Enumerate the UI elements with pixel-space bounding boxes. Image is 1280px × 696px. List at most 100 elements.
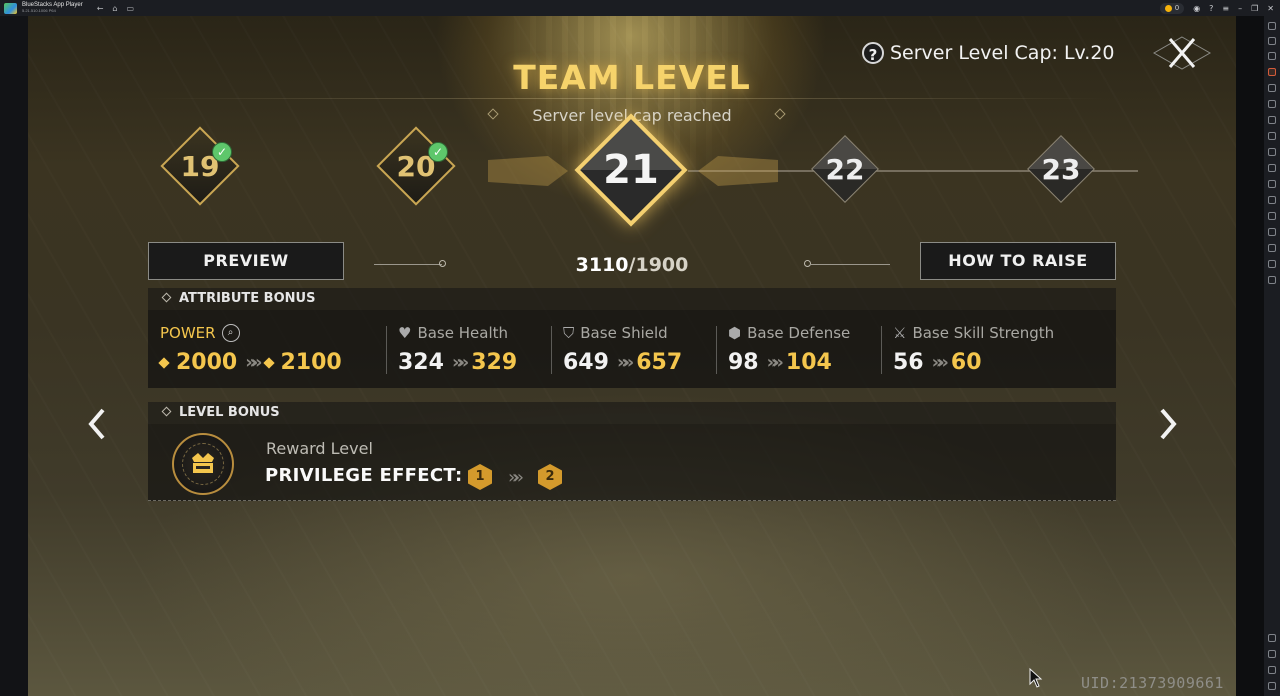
level-number: 22 bbox=[825, 153, 865, 186]
sidebar-eco-icon[interactable] bbox=[1268, 228, 1276, 236]
back-icon[interactable]: ← bbox=[97, 4, 104, 13]
attr-label: Base Health bbox=[417, 324, 509, 342]
sidebar-rotate-icon[interactable] bbox=[1268, 116, 1276, 124]
double-chevron-icon: »» bbox=[766, 352, 784, 373]
progress-readout: 3110/1900 bbox=[28, 254, 1236, 276]
double-chevron-icon: »» bbox=[931, 352, 949, 373]
sidebar-macro-icon[interactable] bbox=[1268, 244, 1276, 252]
defense-icon: ⬢ bbox=[728, 324, 742, 342]
previous-level-arrow-icon[interactable] bbox=[83, 404, 113, 444]
double-chevron-icon: »» bbox=[508, 467, 524, 488]
sidebar-settings-icon[interactable] bbox=[1268, 22, 1276, 30]
attr-base-skill-strength: ⚔ Base Skill Strength 56 »» 60 bbox=[881, 310, 1116, 388]
level-node-20[interactable]: 20 ✓ bbox=[376, 126, 456, 206]
help-circle-icon[interactable]: ? bbox=[1209, 4, 1213, 13]
attr-from-value: 324 bbox=[398, 350, 444, 375]
window-close-icon[interactable]: ✕ bbox=[1267, 4, 1274, 13]
mouse-cursor-icon bbox=[1029, 668, 1043, 688]
attr-to-value: 657 bbox=[636, 350, 683, 375]
level-bonus-header: LEVEL BONUS bbox=[148, 402, 1116, 424]
reward-level-label: Reward Level bbox=[266, 439, 373, 458]
sidebar-camera-icon[interactable] bbox=[1268, 164, 1276, 172]
attr-base-shield: ⛉ Base Shield 649 »» 657 bbox=[551, 310, 716, 388]
level-number: 21 bbox=[603, 147, 659, 193]
multitask-icon[interactable]: ▭ bbox=[126, 4, 134, 13]
double-chevron-icon: »» bbox=[245, 352, 262, 373]
reward-level-badge-icon bbox=[172, 433, 234, 495]
sidebar-shake-icon[interactable] bbox=[1268, 132, 1276, 140]
next-level-arrow-icon[interactable] bbox=[1152, 404, 1182, 444]
attr-from-value: 98 bbox=[728, 350, 759, 375]
crossed-swords-icon: ⚔ bbox=[893, 324, 907, 342]
attr-from-value: 649 bbox=[563, 350, 609, 375]
level-node-21-current[interactable]: 21 bbox=[573, 112, 689, 228]
double-chevron-icon: »» bbox=[451, 352, 469, 373]
attr-power: POWER ⌕ 2000 »» 2100 bbox=[148, 310, 386, 388]
attr-label: Base Skill Strength bbox=[912, 324, 1055, 342]
attr-to-value: 329 bbox=[471, 350, 518, 375]
account-icon[interactable]: ◉ bbox=[1193, 4, 1200, 13]
heart-icon: ♥ bbox=[398, 324, 412, 342]
page-title: TEAM LEVEL bbox=[513, 58, 751, 97]
section-diamond-icon bbox=[161, 292, 172, 303]
sidebar-record-icon[interactable] bbox=[1268, 84, 1276, 92]
bluestacks-logo-icon bbox=[4, 2, 17, 14]
sidebar-screenshot-icon[interactable] bbox=[1268, 148, 1276, 156]
restore-icon[interactable]: ❐ bbox=[1251, 4, 1258, 13]
attr-to-value: 60 bbox=[950, 350, 982, 375]
shield-icon: ⛉ bbox=[563, 324, 575, 342]
left-margin bbox=[0, 16, 28, 696]
attribute-bonus-header: ATTRIBUTE BONUS bbox=[148, 288, 1116, 310]
home-icon[interactable]: ⌂ bbox=[112, 4, 117, 13]
bluestacks-sidebar bbox=[1264, 16, 1280, 696]
coin-count: 0 bbox=[1174, 4, 1180, 12]
attr-label: POWER bbox=[160, 324, 216, 342]
completed-check-icon: ✓ bbox=[428, 142, 448, 162]
level-node-23[interactable]: 23 bbox=[1027, 135, 1095, 203]
menu-icon[interactable]: ≡ bbox=[1222, 4, 1229, 13]
attr-to-value: 104 bbox=[785, 350, 832, 375]
level-bonus-panel: Reward Level PRIVILEGE EFFECT: 1 »» 2 bbox=[148, 424, 1116, 501]
progress-current: 3110 bbox=[575, 254, 629, 276]
attribute-bonus-panel: POWER ⌕ 2000»» 2100 ♥ Base Health 324»» 329 … bbox=[148, 310, 1116, 388]
sidebar-back-icon[interactable] bbox=[1268, 650, 1276, 658]
minimize-icon[interactable]: – bbox=[1238, 4, 1242, 13]
sidebar-volume-icon[interactable] bbox=[1268, 37, 1276, 45]
sidebar-refresh-icon[interactable] bbox=[1268, 276, 1276, 284]
sidebar-game-controls-icon[interactable] bbox=[1268, 68, 1276, 76]
game-viewport: ? Server Level Cap: Lv.20 TEAM LEVEL Ser… bbox=[28, 16, 1236, 696]
sidebar-location-icon[interactable] bbox=[1268, 212, 1276, 220]
title-divider bbox=[148, 98, 1106, 99]
sidebar-layers-icon[interactable] bbox=[1268, 260, 1276, 268]
coin-icon bbox=[1164, 4, 1172, 12]
sidebar-sync-icon[interactable] bbox=[1268, 100, 1276, 108]
level-bonus-heading: LEVEL BONUS bbox=[179, 405, 280, 420]
attr-base-health: ♥ Base Health 324 »» 329 bbox=[386, 310, 551, 388]
double-chevron-icon: »» bbox=[616, 352, 634, 373]
section-diamond-icon bbox=[161, 406, 172, 417]
attribute-bonus-heading: ATTRIBUTE BONUS bbox=[179, 291, 316, 306]
sidebar-home-icon[interactable] bbox=[1268, 666, 1276, 674]
attr-to-value: 2100 bbox=[280, 350, 342, 375]
privilege-effect-label: PRIVILEGE EFFECT: bbox=[265, 465, 463, 486]
progress-decor-right bbox=[810, 264, 890, 265]
attr-from-value: 56 bbox=[893, 350, 924, 375]
attr-label: Base Shield bbox=[580, 324, 668, 342]
sidebar-copy-icon[interactable] bbox=[1268, 196, 1276, 204]
magnifier-icon[interactable]: ⌕ bbox=[221, 324, 240, 342]
app-title: BlueStacks App Player 5.21.510.1006 P64 bbox=[22, 2, 83, 14]
attr-base-defense: ⬢ Base Defense 98 »» 104 bbox=[716, 310, 881, 388]
sidebar-gear-icon[interactable] bbox=[1268, 634, 1276, 642]
level-number: 23 bbox=[1041, 153, 1081, 186]
privilege-from-badge: 1 bbox=[468, 464, 492, 490]
level-node-22[interactable]: 22 bbox=[811, 135, 879, 203]
sidebar-recent-icon[interactable] bbox=[1268, 682, 1276, 690]
attr-from-value: 2000 bbox=[176, 350, 238, 375]
coin-counter[interactable]: 0 bbox=[1159, 2, 1185, 14]
sidebar-screen-icon[interactable] bbox=[1268, 52, 1276, 60]
sidebar-folder-icon[interactable] bbox=[1268, 180, 1276, 188]
user-id: UID:2137390966​1 bbox=[1081, 674, 1224, 692]
privilege-to-badge: 2 bbox=[538, 464, 562, 490]
gem-icon bbox=[262, 356, 275, 369]
level-node-19[interactable]: 19 ✓ bbox=[160, 126, 240, 206]
